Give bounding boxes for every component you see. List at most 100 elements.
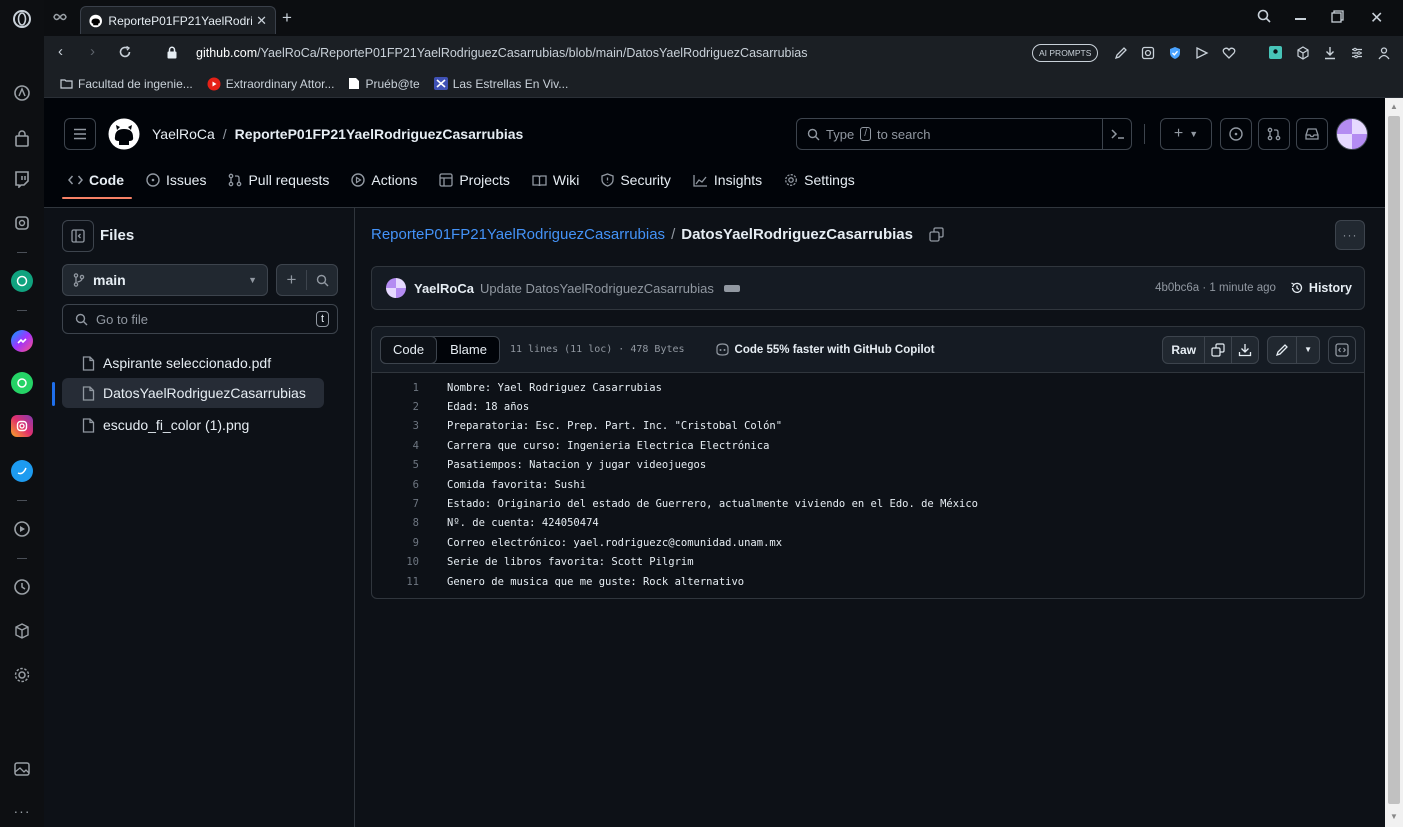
download-icon[interactable]: [1323, 46, 1337, 60]
reload-icon[interactable]: [118, 45, 132, 59]
send-icon[interactable]: [1195, 46, 1209, 60]
line-number[interactable]: 11: [372, 576, 447, 588]
back-icon[interactable]: ‹: [58, 43, 63, 60]
bookmark-item[interactable]: Pruéb@te: [348, 77, 420, 91]
edit-options-caret-icon[interactable]: ▼: [1296, 336, 1319, 363]
branch-selector[interactable]: main ▼: [62, 264, 268, 296]
scroll-down-icon[interactable]: ▼: [1390, 812, 1398, 821]
inbox-button[interactable]: [1296, 118, 1328, 150]
player-icon[interactable]: [11, 518, 33, 540]
restore-window-icon[interactable]: [1331, 10, 1344, 23]
create-new-button[interactable]: + ▼: [1160, 118, 1212, 150]
tab-settings[interactable]: Settings: [784, 172, 855, 188]
scrollbar-thumb[interactable]: [1388, 116, 1400, 804]
messenger-icon[interactable]: [11, 330, 33, 352]
snapshot-icon[interactable]: [1141, 46, 1155, 60]
tab-island-icon[interactable]: [52, 10, 68, 24]
symbols-panel-button[interactable]: [1328, 335, 1356, 364]
commit-details-ellipsis-icon[interactable]: [723, 284, 740, 292]
bookmark-item[interactable]: Facultad de ingenie...: [60, 77, 193, 91]
line-number[interactable]: 2: [372, 401, 447, 413]
forward-icon[interactable]: ›: [90, 43, 95, 60]
ai-prompts-button[interactable]: AI PROMPTS: [1032, 44, 1099, 62]
repo-link[interactable]: ReporteP01FP21YaelRodriguezCasarrubias: [235, 126, 524, 142]
cube-icon[interactable]: [1296, 45, 1310, 60]
tab-code[interactable]: Code: [62, 172, 132, 199]
add-file-button[interactable]: +: [277, 270, 308, 290]
new-tab-icon[interactable]: +: [282, 8, 292, 28]
edit-file-button[interactable]: [1268, 337, 1296, 363]
close-window-icon[interactable]: ✕: [1370, 8, 1383, 28]
line-number[interactable]: 9: [372, 537, 447, 549]
settings-gear-icon[interactable]: [11, 664, 33, 686]
global-menu-button[interactable]: [64, 118, 96, 150]
user-avatar[interactable]: [1336, 118, 1368, 150]
tab-projects[interactable]: Projects: [439, 172, 510, 188]
easy-setup-icon[interactable]: [1350, 46, 1364, 60]
line-number[interactable]: 8: [372, 517, 447, 529]
bookmark-heart-icon[interactable]: [1222, 46, 1236, 60]
download-raw-button[interactable]: [1231, 336, 1258, 363]
go-to-file-input[interactable]: Go to file t: [62, 304, 338, 334]
tab-actions[interactable]: Actions: [351, 172, 417, 188]
page-scrollbar[interactable]: ▲ ▼: [1385, 98, 1403, 827]
tab-security[interactable]: Security: [601, 172, 671, 188]
more-options-button[interactable]: ···: [1335, 220, 1365, 250]
commit-sha-time[interactable]: 4b0bc6a · 1 minute ago: [1155, 282, 1276, 294]
history-icon[interactable]: [11, 576, 33, 598]
code-view-tab[interactable]: Code: [380, 335, 438, 364]
browser-tab-active[interactable]: ReporteP01FP21YaelRodrig ✕: [80, 6, 276, 34]
line-number[interactable]: 4: [372, 440, 447, 452]
copy-raw-button[interactable]: [1204, 336, 1231, 363]
wallpaper-icon[interactable]: [11, 758, 33, 780]
scroll-up-icon[interactable]: ▲: [1390, 102, 1398, 111]
close-tab-icon[interactable]: ✕: [256, 13, 267, 29]
commit-author-avatar[interactable]: [386, 278, 406, 298]
raw-button[interactable]: Raw: [1163, 343, 1204, 357]
instagram-icon[interactable]: [11, 415, 33, 437]
adblock-shield-icon[interactable]: [1168, 46, 1182, 60]
lock-icon[interactable]: [166, 46, 178, 59]
extensions-cube-icon[interactable]: [11, 620, 33, 642]
profile-icon[interactable]: [1377, 46, 1391, 60]
shopping-bag-icon[interactable]: [11, 128, 33, 150]
bookmark-item[interactable]: Extraordinary Attor...: [207, 77, 334, 91]
line-number[interactable]: 3: [372, 420, 447, 432]
search-tabs-icon[interactable]: [1256, 8, 1272, 24]
commit-author[interactable]: YaelRoCa: [414, 281, 474, 296]
tab-insights[interactable]: Insights: [693, 172, 762, 188]
history-button[interactable]: History: [1290, 281, 1352, 295]
tab-issues[interactable]: Issues: [146, 172, 206, 188]
opera-logo-icon[interactable]: [11, 8, 33, 30]
file-tree-item[interactable]: escudo_fi_color (1).png: [62, 410, 324, 440]
twitter-icon[interactable]: [11, 460, 33, 482]
line-number[interactable]: 7: [372, 498, 447, 510]
file-tree-item[interactable]: Aspirante seleccionado.pdf: [62, 348, 324, 378]
commit-message[interactable]: Update DatosYaelRodriguezCasarrubias: [480, 281, 714, 296]
line-number[interactable]: 6: [372, 479, 447, 491]
tab-wiki[interactable]: Wiki: [532, 172, 579, 188]
edit-page-icon[interactable]: [1114, 46, 1128, 60]
github-logo-icon[interactable]: [108, 118, 140, 150]
line-number[interactable]: 1: [372, 382, 447, 394]
tab-pull-requests[interactable]: Pull requests: [228, 172, 329, 188]
search-input[interactable]: Type / to search: [796, 118, 1132, 150]
copilot-promo-link[interactable]: Code 55% faster with GitHub Copilot: [715, 343, 935, 356]
chatgpt-icon[interactable]: [11, 270, 33, 292]
search-files-button[interactable]: [307, 274, 337, 287]
collapse-panel-button[interactable]: [62, 220, 94, 252]
twitch-icon[interactable]: [11, 168, 33, 190]
more-options-icon[interactable]: ···: [11, 800, 33, 822]
minimize-icon[interactable]: [1295, 18, 1306, 20]
whatsapp-icon[interactable]: [11, 372, 33, 394]
breadcrumb-repo-link[interactable]: ReporteP01FP21YaelRodriguezCasarrubias: [371, 226, 665, 243]
line-number[interactable]: 10: [372, 556, 447, 568]
issues-button[interactable]: [1220, 118, 1252, 150]
extension-icon[interactable]: [1268, 45, 1283, 60]
copy-path-icon[interactable]: [929, 227, 944, 242]
pull-requests-button[interactable]: [1258, 118, 1290, 150]
blame-view-tab[interactable]: Blame: [436, 342, 499, 357]
url-field[interactable]: github.com/YaelRoCa/ReporteP01FP21YaelRo…: [196, 46, 807, 60]
wallet-icon[interactable]: [11, 212, 33, 234]
line-number[interactable]: 5: [372, 459, 447, 471]
